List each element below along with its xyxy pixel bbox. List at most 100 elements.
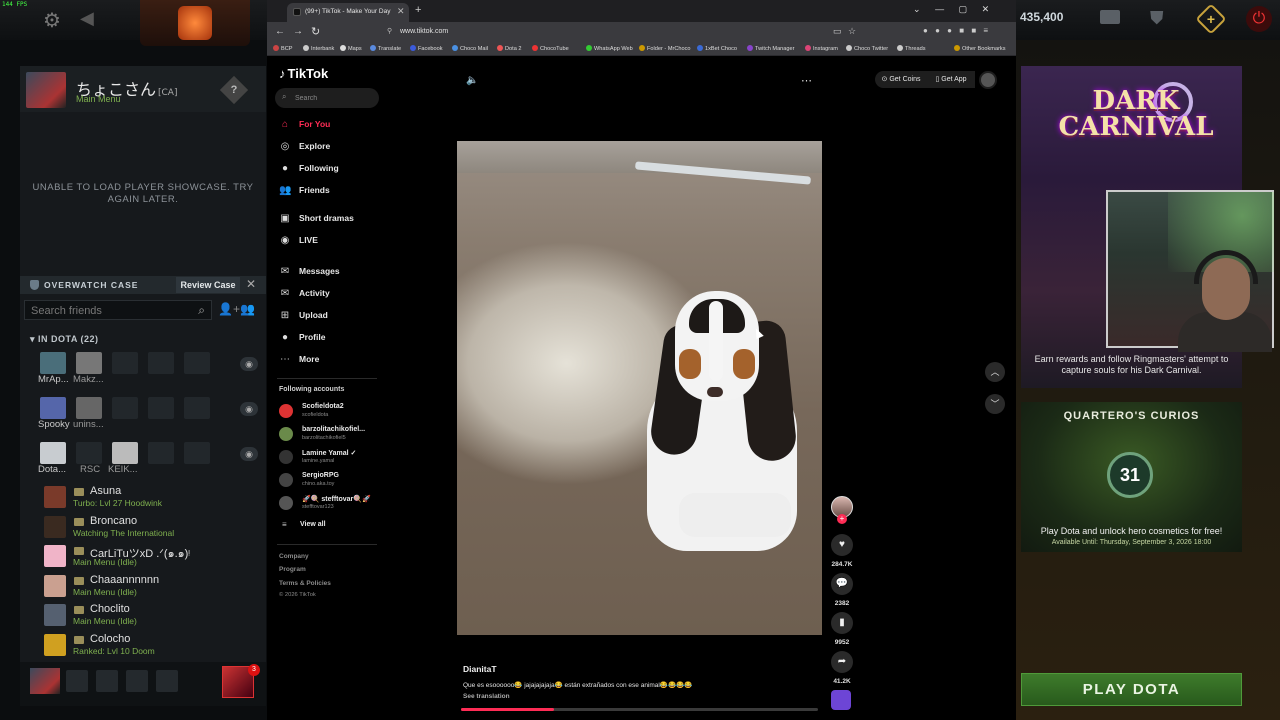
bookmark-item[interactable]: 1xBet Choco — [697, 45, 737, 52]
avatar[interactable] — [40, 352, 66, 374]
avatar[interactable] — [26, 72, 66, 108]
tab-tiktok[interactable]: (99+) TikTok - Make Your Day ✕ — [287, 3, 409, 22]
bookmark-item[interactable]: Choco Mail — [452, 45, 488, 52]
bookmark-item[interactable]: Instagram — [805, 45, 838, 52]
player-profile[interactable]: ちょこさん [CA] Main Menu ? — [20, 66, 266, 112]
bookmark-item[interactable]: Maps — [340, 45, 362, 52]
search-icon[interactable]: ⌕ — [282, 92, 286, 102]
comment-icon[interactable]: 💬 — [831, 573, 853, 595]
avatar[interactable] — [30, 668, 60, 694]
video-progress-bar[interactable] — [461, 708, 818, 711]
review-case-button[interactable]: Review Case — [176, 277, 240, 293]
tiktok-logo[interactable]: ♪ TikTok — [279, 66, 328, 81]
search-input[interactable] — [295, 91, 375, 105]
address-bar[interactable]: www.tiktok.com — [400, 28, 448, 35]
browser-menu-icon[interactable]: ≡ — [983, 26, 988, 35]
power-icon[interactable]: ⏻ — [1246, 6, 1272, 32]
friend-row[interactable]: Chaaannnnnn Main Menu (Idle) — [20, 573, 266, 602]
watch-eye-icon[interactable]: ◉ — [240, 402, 258, 416]
avatar[interactable] — [279, 404, 293, 418]
party-row[interactable]: Dota... RSC KEIK... ◉ — [20, 438, 266, 478]
extension-icon[interactable]: ■ — [971, 26, 976, 35]
following-account[interactable]: 🚀🍭 stefftovar🍭🚀 stefftovar123 — [279, 493, 389, 515]
footer-program-link[interactable]: Program — [279, 566, 306, 573]
friend-row[interactable]: Asuna Turbo: Lvl 27 Hoodwink — [20, 484, 266, 513]
add-friend-icon[interactable]: 👤+ — [218, 302, 240, 316]
dota-plus-icon[interactable]: + — [1195, 3, 1227, 35]
avatar[interactable] — [76, 397, 102, 419]
more-options-icon[interactable]: ⋯ — [801, 74, 813, 87]
view-all-button[interactable]: ≡ View all — [279, 520, 359, 532]
nav-item-messages[interactable]: ✉ Messages — [279, 264, 379, 282]
extension-icon[interactable]: ● — [923, 26, 928, 35]
avatar[interactable] — [279, 473, 293, 487]
in-dota-group-header[interactable]: ▾ IN DOTA (22) — [30, 334, 99, 345]
reload-icon[interactable]: ↻ — [311, 25, 320, 38]
site-info-icon[interactable]: ⚲ — [387, 27, 392, 35]
minimize-icon[interactable]: — — [935, 4, 944, 14]
nav-item-for-you[interactable]: ⌂ For You — [279, 117, 379, 135]
like-heart-icon[interactable]: ♥ — [831, 534, 853, 556]
follow-plus-icon[interactable]: + — [837, 514, 847, 524]
install-app-icon[interactable]: ▭ — [833, 26, 842, 36]
see-translation-link[interactable]: See translation — [463, 693, 510, 700]
friend-groups-icon[interactable]: 👥 — [240, 302, 255, 316]
nav-item-live[interactable]: ◉ LIVE — [279, 233, 379, 251]
friend-row[interactable]: CarLiTuツxD .ᐟ(๑.๑)ᵎ Main Menu (Idle) — [20, 543, 266, 572]
following-account[interactable]: Scofieldota2 scofieldota — [279, 401, 389, 423]
caption-username[interactable]: DianitaT — [463, 664, 497, 674]
bookmark-item[interactable]: Facebook — [410, 45, 443, 52]
avatar[interactable] — [44, 633, 66, 656]
nav-item-short-dramas[interactable]: ▣ Short dramas — [279, 211, 379, 229]
bookmark-item[interactable]: ChocoTube — [532, 45, 569, 52]
watch-eye-icon[interactable]: ◉ — [240, 357, 258, 371]
avatar[interactable] — [279, 427, 293, 441]
bookmark-icon[interactable]: ▮ — [831, 612, 853, 634]
armory-icon[interactable]: ⛊ — [1150, 8, 1164, 29]
bookmark-item[interactable]: Twitch Manager — [747, 45, 794, 52]
bookmark-item[interactable]: Other Bookmarks — [954, 45, 1006, 52]
bookmark-star-icon[interactable]: ☆ — [848, 26, 856, 36]
following-account[interactable]: barzolitachikofiel... barzolitachikofiel5 — [279, 424, 389, 446]
bookmark-item[interactable]: Choco Twitter — [846, 45, 888, 52]
quarteros-curios-card[interactable]: QUARTERO'S CURIOS 31 Play Dota and unloc… — [1021, 402, 1242, 552]
rank-medal-icon[interactable]: ? — [219, 75, 249, 105]
next-video-chevron-down-icon[interactable]: ﹀ — [985, 394, 1005, 414]
video-player[interactable] — [457, 141, 822, 635]
avatar[interactable] — [279, 450, 293, 464]
tab-close-icon[interactable]: ✕ — [397, 6, 405, 17]
tab-search-chevron-icon[interactable]: ⌄ — [913, 4, 921, 14]
bookmark-item[interactable]: Dota 2 — [497, 45, 521, 52]
back-icon[interactable]: ← — [275, 26, 285, 37]
play-dota-button[interactable]: PLAY DOTA — [1021, 673, 1242, 706]
avatar[interactable] — [40, 397, 66, 419]
get-coins-button[interactable]: ⊙ Get Coins — [875, 71, 927, 88]
party-row[interactable]: MrAp... Makz... ◉ — [20, 348, 266, 388]
avatar[interactable] — [44, 545, 66, 567]
footer-terms-link[interactable]: Terms & Policies — [279, 580, 331, 587]
share-arrow-icon[interactable]: ➦ — [831, 651, 853, 673]
bookmark-item[interactable]: BCP — [273, 45, 293, 52]
friend-row[interactable]: Colocho Ranked: Lvl 10 Doom — [20, 632, 266, 661]
get-app-button[interactable]: ▯ Get App — [927, 71, 975, 88]
bookmark-item[interactable]: WhatsApp Web — [586, 45, 633, 52]
new-tab-icon[interactable]: + — [415, 4, 421, 16]
nav-item-profile[interactable]: ● Profile — [279, 330, 379, 348]
nav-item-friends[interactable]: 👥 Friends — [279, 183, 379, 201]
extension-icon[interactable]: ● — [935, 26, 940, 35]
avatar[interactable] — [76, 352, 102, 374]
maximize-icon[interactable]: ▢ — [959, 4, 968, 14]
music-disc-icon[interactable] — [831, 690, 851, 710]
avatar[interactable] — [44, 574, 66, 597]
bookmark-item[interactable]: Threads — [897, 45, 926, 52]
bookmark-item[interactable]: Translate — [370, 45, 401, 52]
nav-item-explore[interactable]: ◎ Explore — [279, 139, 379, 157]
window-close-icon[interactable]: ✕ — [982, 4, 990, 14]
bookmark-item[interactable]: Interbank — [303, 45, 334, 52]
empty-party-slot[interactable] — [126, 670, 148, 692]
following-account[interactable]: SergioRPG chino.aka.toy — [279, 470, 389, 492]
nav-item-more[interactable]: ⋯ More — [279, 352, 379, 370]
forward-icon[interactable]: → — [293, 26, 303, 37]
avatar[interactable] — [44, 515, 66, 538]
dota-logo-button[interactable] — [140, 0, 250, 46]
